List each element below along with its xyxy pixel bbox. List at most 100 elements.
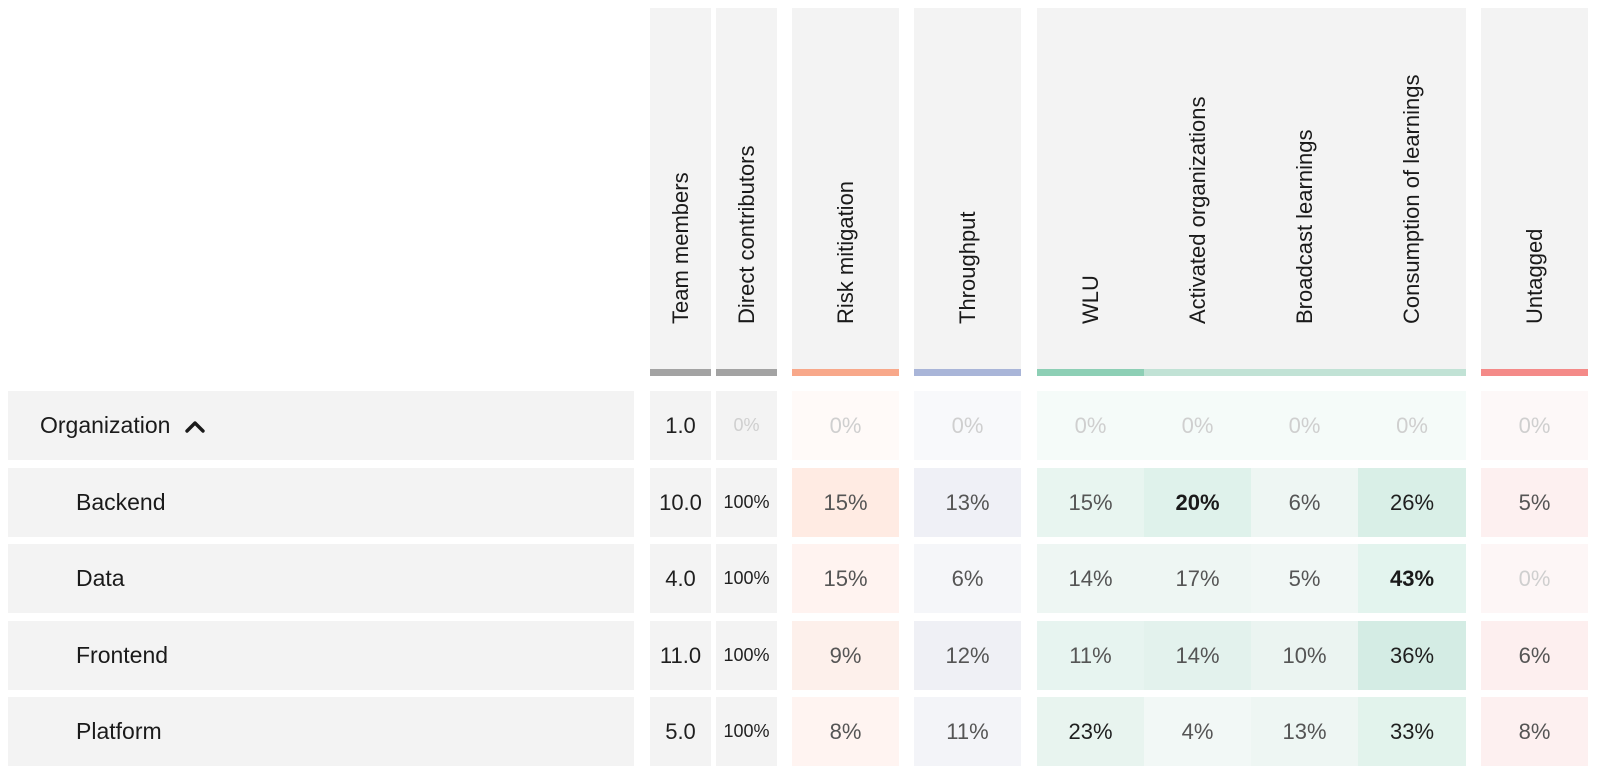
metric-cell-team-members[interactable]: 10.0 [650,468,711,537]
metric-value: 14% [1175,642,1220,668]
metric-cell-risk-mitigation[interactable]: 9% [792,621,899,690]
metric-value: 15% [823,489,868,515]
metric-value: 10.0 [659,489,702,515]
column-header-label: Direct contributors [733,145,759,324]
metric-cell-consumption-of-learnings[interactable]: 43% [1358,544,1466,613]
metric-cell-team-members[interactable]: 4.0 [650,544,711,613]
metric-cell-broadcast-learnings[interactable]: 5% [1251,544,1358,613]
column-category-bar [792,369,899,376]
metric-cell-risk-mitigation[interactable]: 15% [792,468,899,537]
metric-value: 43% [1389,565,1435,591]
column-category-bar [1037,369,1144,376]
metric-cell-team-members[interactable]: 5.0 [650,697,711,766]
org-name: Organization [40,412,171,438]
metric-value: 26% [1389,489,1435,515]
metric-cell-throughput[interactable]: 0% [914,391,1021,460]
metric-cell-activated-organizations[interactable]: 17% [1144,544,1251,613]
column-header-risk-mitigation[interactable]: Risk mitigation [792,8,899,370]
metric-cell-consumption-of-learnings[interactable]: 26% [1358,468,1466,537]
metric-cell-activated-organizations[interactable]: 20% [1144,468,1251,537]
metric-cell-risk-mitigation[interactable]: 8% [792,697,899,766]
metric-value: 23% [1068,718,1113,744]
metric-cell-direct-contributors[interactable]: 100% [716,621,777,690]
metric-cell-activated-organizations[interactable]: 0% [1144,391,1251,460]
team-row-header[interactable]: Platform [8,697,634,766]
column-header-label: WLU [1077,275,1103,324]
metric-cell-consumption-of-learnings[interactable]: 0% [1358,391,1466,460]
metric-cell-wlu[interactable]: 15% [1037,468,1144,537]
column-header-untagged[interactable]: Untagged [1481,8,1588,370]
metric-value: 36% [1389,642,1435,668]
metric-value: 1.0 [665,412,696,438]
column-category-bar [1481,369,1588,376]
metric-value: 5.0 [665,718,696,744]
metric-cell-activated-organizations[interactable]: 14% [1144,621,1251,690]
metric-cell-wlu[interactable]: 23% [1037,697,1144,766]
metric-value: 5% [1288,565,1321,591]
metric-value: 33% [1389,718,1435,744]
metric-value: 8% [829,718,862,744]
metric-cell-wlu[interactable]: 14% [1037,544,1144,613]
metric-value: 0% [1074,412,1107,438]
metric-cell-risk-mitigation[interactable]: 15% [792,544,899,613]
metric-cell-risk-mitigation[interactable]: 0% [792,391,899,460]
metric-value: 0% [1518,565,1551,591]
metric-cell-team-members[interactable]: 1.0 [650,391,711,460]
metric-value: 11% [1069,642,1112,668]
metric-value: 100% [723,568,770,588]
chevron-up-icon[interactable] [184,416,206,438]
metric-cell-direct-contributors[interactable]: 0% [716,391,777,460]
team-name: Backend [76,489,166,515]
metric-cell-team-members[interactable]: 11.0 [650,621,711,690]
column-header-wlu[interactable]: WLU [1037,8,1144,370]
metric-cell-untagged[interactable]: 6% [1481,621,1588,690]
team-row-header[interactable]: Backend [8,468,634,537]
metric-cell-wlu[interactable]: 0% [1037,391,1144,460]
metric-value: 15% [823,565,868,591]
metric-cell-untagged[interactable]: 0% [1481,391,1588,460]
metric-cell-throughput[interactable]: 6% [914,544,1021,613]
metric-value: 4.0 [665,565,696,591]
metric-value: 9% [829,642,862,668]
metric-value: 0% [829,412,862,438]
column-header-broadcast-learnings[interactable]: Broadcast learnings [1251,8,1358,370]
metric-cell-throughput[interactable]: 12% [914,621,1021,690]
metric-cell-untagged[interactable]: 8% [1481,697,1588,766]
team-row-header[interactable]: Data [8,544,634,613]
metric-value: 20% [1175,489,1220,515]
metric-cell-throughput[interactable]: 13% [914,468,1021,537]
column-header-consumption-of-learnings[interactable]: Consumption of learnings [1358,8,1466,370]
metric-value: 6% [951,565,984,591]
metric-cell-wlu[interactable]: 11% [1037,621,1144,690]
metric-cell-activated-organizations[interactable]: 4% [1144,697,1251,766]
column-header-direct-contributors[interactable]: Direct contributors [716,8,777,370]
metric-value: 4% [1181,718,1214,744]
metric-cell-broadcast-learnings[interactable]: 10% [1251,621,1358,690]
org-row-header[interactable]: Organization [8,391,634,460]
metric-cell-direct-contributors[interactable]: 100% [716,468,777,537]
team-name: Platform [76,718,162,744]
metric-value: 11.0 [659,642,702,668]
metric-value: 0% [951,412,984,438]
team-name: Data [76,565,125,591]
column-header-team-members[interactable]: Team members [650,8,711,370]
metric-cell-broadcast-learnings[interactable]: 13% [1251,697,1358,766]
team-row-header[interactable]: Frontend [8,621,634,690]
column-header-activated-organizations[interactable]: Activated organizations [1144,8,1251,370]
metric-cell-throughput[interactable]: 11% [914,697,1021,766]
column-header-label: Throughput [954,211,980,324]
metric-cell-broadcast-learnings[interactable]: 6% [1251,468,1358,537]
metric-cell-consumption-of-learnings[interactable]: 36% [1358,621,1466,690]
metric-cell-direct-contributors[interactable]: 100% [716,544,777,613]
team-name: Frontend [76,642,169,668]
column-header-label: Team members [667,172,693,324]
column-header-throughput[interactable]: Throughput [914,8,1021,370]
metric-cell-consumption-of-learnings[interactable]: 33% [1358,697,1466,766]
column-category-bar [1251,369,1358,376]
metric-value: 15% [1068,489,1113,515]
metric-cell-direct-contributors[interactable]: 100% [716,697,777,766]
metric-cell-broadcast-learnings[interactable]: 0% [1251,391,1358,460]
metric-value: 13% [1282,718,1327,744]
metric-cell-untagged[interactable]: 5% [1481,468,1588,537]
metric-cell-untagged[interactable]: 0% [1481,544,1588,613]
